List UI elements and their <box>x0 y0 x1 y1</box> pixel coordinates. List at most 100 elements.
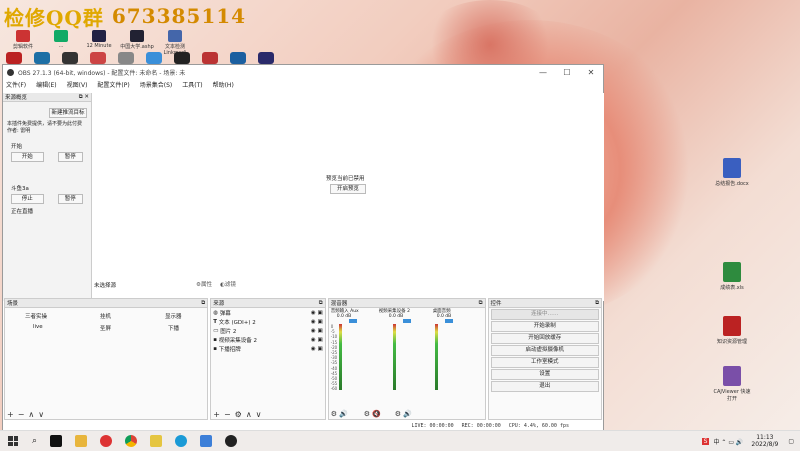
visibility-eye-icon[interactable]: ◉ <box>311 328 316 334</box>
app-icon[interactable] <box>258 52 274 64</box>
move-up-icon[interactable]: ∧ <box>28 410 34 419</box>
gear-icon[interactable]: ⚙ <box>331 410 337 418</box>
lock-icon[interactable]: ▣ <box>317 346 322 352</box>
lock-icon[interactable]: ▣ <box>317 328 322 334</box>
connecting-button[interactable]: 连接中…… <box>490 309 599 320</box>
source-item[interactable]: ▪ 视频采集设备 2 ◉ ▣ <box>211 335 324 344</box>
app-icon[interactable] <box>90 52 106 64</box>
desktop-icon-zy[interactable]: 知识资源管理 <box>712 316 752 345</box>
lock-icon[interactable]: ▣ <box>317 310 322 316</box>
remove-icon[interactable]: − <box>224 410 231 419</box>
start-virtual-camera-button[interactable]: 启动虚拟摄像机 <box>490 345 599 356</box>
desktop-icon-caj[interactable]: CAJViewer 快速打开 <box>712 366 752 402</box>
folder-icon[interactable] <box>75 435 88 447</box>
settings-button[interactable]: 设置 <box>490 369 599 380</box>
pause-button[interactable]: 暂停 <box>57 194 83 204</box>
visibility-eye-icon[interactable]: ◉ <box>311 310 316 316</box>
minimize-button[interactable]: — <box>531 68 555 77</box>
app-icon[interactable] <box>174 52 190 64</box>
visibility-eye-icon[interactable]: ◉ <box>311 346 316 352</box>
dock-float-icon[interactable]: ⧉ <box>319 300 323 307</box>
zy-app-icon <box>723 316 741 336</box>
move-up-icon[interactable]: ∧ <box>246 410 252 419</box>
menu-tools[interactable]: 工具(T) <box>182 80 202 89</box>
ime-icon[interactable]: S <box>701 437 710 445</box>
music-app-icon[interactable] <box>50 435 63 447</box>
lock-icon[interactable]: ▣ <box>317 337 322 343</box>
gear-icon[interactable]: ⚙ <box>395 410 401 418</box>
dock-float-icon[interactable]: ⧉ <box>479 300 483 307</box>
add-icon[interactable]: + <box>7 410 14 419</box>
app-icon[interactable] <box>146 52 162 64</box>
scene-item[interactable]: 显示器 <box>165 312 182 320</box>
studio-mode-button[interactable]: 工作室模式 <box>490 357 599 368</box>
add-icon[interactable]: + <box>213 410 220 419</box>
tray-icons[interactable]: 中 ⌃ ▭ 🔊 <box>713 437 743 446</box>
move-down-icon[interactable]: ∨ <box>38 410 44 419</box>
start-windows-icon[interactable] <box>8 436 18 446</box>
app-icon[interactable] <box>118 52 134 64</box>
app-icon[interactable] <box>6 52 22 64</box>
new-stream-target-button[interactable]: 新建推流目标 <box>49 108 87 118</box>
scene-item[interactable]: live <box>33 324 43 330</box>
exit-button[interactable]: 退出 <box>490 381 599 392</box>
source-item[interactable]: ◍ 弹幕 ◉ ▣ <box>211 308 324 317</box>
menu-help[interactable]: 帮助(H) <box>213 80 234 89</box>
start-recording-button[interactable]: 开始录制 <box>490 321 599 332</box>
volume-slider[interactable] <box>444 319 453 323</box>
edge-icon[interactable] <box>175 435 188 447</box>
move-down-icon[interactable]: ∨ <box>256 410 262 419</box>
menu-scene-collection[interactable]: 场景集合(S) <box>140 80 173 89</box>
volume-slider[interactable] <box>348 319 357 323</box>
notification-icon[interactable]: ▢ <box>788 438 794 445</box>
start-replay-buffer-button[interactable]: 开始回放缓存 <box>490 333 599 344</box>
app-icon[interactable] <box>100 435 113 447</box>
lock-icon[interactable]: ▣ <box>317 319 322 325</box>
source-item[interactable]: ▭ 图片 2 ◉ ▣ <box>211 326 324 335</box>
scene-item[interactable]: 三者实操 <box>25 312 47 320</box>
speaker-icon[interactable]: 🔊 <box>403 410 412 418</box>
search-icon[interactable]: ⌕ <box>32 436 37 446</box>
menu-file[interactable]: 文件(F) <box>6 80 26 89</box>
filters-button[interactable]: ◐滤镜 <box>220 280 236 288</box>
obs-taskbar-icon[interactable] <box>225 435 238 447</box>
maximize-button[interactable]: ☐ <box>555 68 579 77</box>
enable-preview-button[interactable]: 开启预览 <box>330 184 366 194</box>
clock[interactable]: 11:13 2022/8/9 <box>751 434 778 448</box>
app-icon <box>130 30 144 42</box>
close-button[interactable]: ✕ <box>579 68 603 77</box>
speaker-muted-icon[interactable]: 🔇 <box>372 410 381 418</box>
mixer-header: 混音器 ⧉ <box>328 299 485 308</box>
start-button[interactable]: 开始 <box>11 152 44 162</box>
scene-item[interactable]: 挂机 <box>100 312 111 320</box>
stop-button[interactable]: 停止 <box>11 194 44 204</box>
visibility-eye-icon[interactable]: ◉ <box>311 337 316 343</box>
menu-edit[interactable]: 编辑(E) <box>36 80 56 89</box>
app-icon[interactable] <box>230 52 246 64</box>
source-item[interactable]: T 文本 (GDI+) 2 ◉ ▣ <box>211 317 324 326</box>
chrome-icon[interactable] <box>125 435 138 447</box>
pause-button[interactable]: 暂停 <box>57 152 83 162</box>
desktop-icon-xls[interactable]: 成绩表.xls <box>712 262 752 291</box>
app-icon[interactable] <box>150 435 163 447</box>
remove-icon[interactable]: − <box>18 410 25 419</box>
menu-profile[interactable]: 配置文件(P) <box>97 80 129 89</box>
app-icon[interactable] <box>62 52 78 64</box>
app-icon[interactable] <box>34 52 50 64</box>
visibility-eye-icon[interactable]: ◉ <box>311 319 316 325</box>
properties-button[interactable]: ⚙属性 <box>196 280 212 288</box>
menu-view[interactable]: 视图(V) <box>67 80 88 89</box>
desktop-icon-docx[interactable]: 总结报告.docx <box>712 158 752 187</box>
dock-float-icon[interactable]: ⧉ <box>201 300 205 307</box>
dock-float-icon[interactable]: ⧉ <box>595 300 599 307</box>
dock-close-icon[interactable]: ⧉ ✕ <box>79 94 89 101</box>
speaker-icon[interactable]: 🔊 <box>339 410 348 418</box>
gear-icon[interactable]: ⚙ <box>364 410 370 418</box>
app-icon[interactable] <box>202 52 218 64</box>
scene-item[interactable]: 下播 <box>168 324 179 332</box>
gear-icon[interactable]: ⚙ <box>235 410 242 419</box>
app-icon[interactable] <box>200 435 213 447</box>
source-item[interactable]: ▪ 下播招牌 ◉ ▣ <box>211 344 324 353</box>
scene-item[interactable]: 圣屏 <box>100 324 111 332</box>
volume-slider[interactable] <box>402 319 411 323</box>
